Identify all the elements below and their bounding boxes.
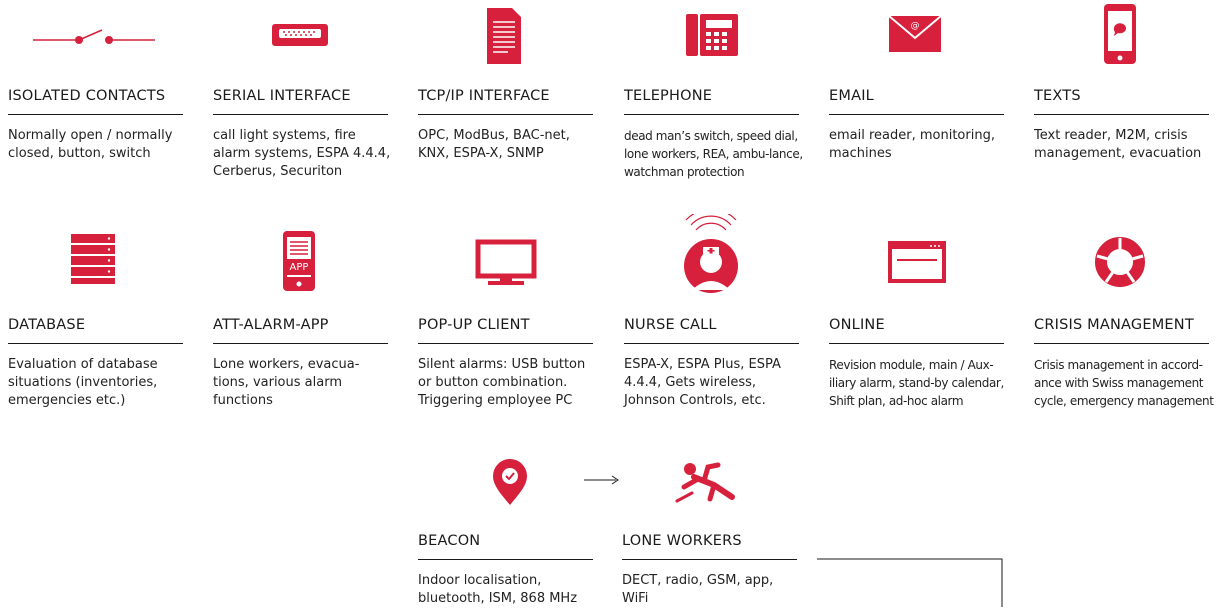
smartphone-message-icon xyxy=(1034,0,1212,70)
divider xyxy=(1034,343,1209,344)
card-title: ISOLATED CONTACTS xyxy=(8,88,166,104)
document-icon xyxy=(418,0,596,70)
divider xyxy=(829,114,1004,115)
divider xyxy=(624,114,799,115)
card-description: call light systems, fire alarm systems, … xyxy=(213,128,391,179)
divider xyxy=(213,114,388,115)
nurse-icon xyxy=(624,214,802,299)
card-description: Crisis management in accord-ance with Sw… xyxy=(1034,358,1214,408)
browser-window-icon xyxy=(829,229,1007,299)
database-icon xyxy=(8,229,186,299)
card-title: CRISIS MANAGEMENT xyxy=(1034,317,1194,333)
card-title: DATABASE xyxy=(8,317,86,333)
svg-text:@: @ xyxy=(911,21,920,31)
divider xyxy=(418,559,593,560)
cycle-icon xyxy=(1034,229,1212,299)
serial-port-icon xyxy=(213,0,391,70)
card-title: TEXTS xyxy=(1034,88,1081,104)
telephone-icon xyxy=(624,0,802,70)
arrow-right-icon xyxy=(584,475,619,485)
divider xyxy=(622,559,797,560)
switch-icon xyxy=(8,0,186,70)
card-title: SERIAL INTERFACE xyxy=(213,88,351,104)
divider xyxy=(418,343,593,344)
divider xyxy=(8,343,183,344)
divider xyxy=(1034,114,1209,115)
card-description: Text reader, M2M, crisis management, eva… xyxy=(1034,128,1202,161)
card-description: dead man’s switch, speed dial, lone work… xyxy=(624,129,803,179)
monitor-icon xyxy=(418,229,596,299)
card-description: DECT, radio, GSM, app, WiFi xyxy=(622,573,774,606)
card-description: email reader, monitoring, machines xyxy=(829,128,995,161)
divider xyxy=(418,114,593,115)
divider xyxy=(624,343,799,344)
location-pin-icon xyxy=(418,445,596,515)
card-title: TELEPHONE xyxy=(624,88,713,104)
card-title: BEACON xyxy=(418,533,481,549)
card-title: POP-UP CLIENT xyxy=(418,317,530,333)
card-description: OPC, ModBus, BAC-net, KNX, ESPA-X, SNMP xyxy=(418,128,570,161)
connector-line xyxy=(817,558,1003,607)
card-title: TCP/IP INTERFACE xyxy=(418,88,550,104)
card-title: NURSE CALL xyxy=(624,317,717,333)
card-title: LONE WORKERS xyxy=(622,533,742,549)
card-description: ESPA-X, ESPA Plus, ESPA 4.4.4, Gets wire… xyxy=(624,357,781,408)
card-description: Revision module, main / Aux-iliary alarm… xyxy=(829,358,1004,408)
card-title: EMAIL xyxy=(829,88,874,104)
divider xyxy=(829,343,1004,344)
card-title: ATT-ALARM-APP xyxy=(213,317,329,333)
card-description: Normally open / normally closed, button,… xyxy=(8,128,173,161)
divider xyxy=(8,114,183,115)
divider xyxy=(213,343,388,344)
app-phone-icon: APP xyxy=(213,229,391,299)
card-description: Lone workers, evacua-tions, various alar… xyxy=(213,357,360,408)
envelope-icon: @ xyxy=(829,0,1007,70)
card-description: Silent alarms: USB button or button comb… xyxy=(418,357,586,408)
card-description: Indoor localisation, bluetooth, ISM, 868… xyxy=(418,573,578,606)
card-title: ONLINE xyxy=(829,317,885,333)
falling-person-icon xyxy=(622,445,800,515)
app-label: APP xyxy=(289,262,309,273)
card-description: Evaluation of database situations (inven… xyxy=(8,357,158,408)
